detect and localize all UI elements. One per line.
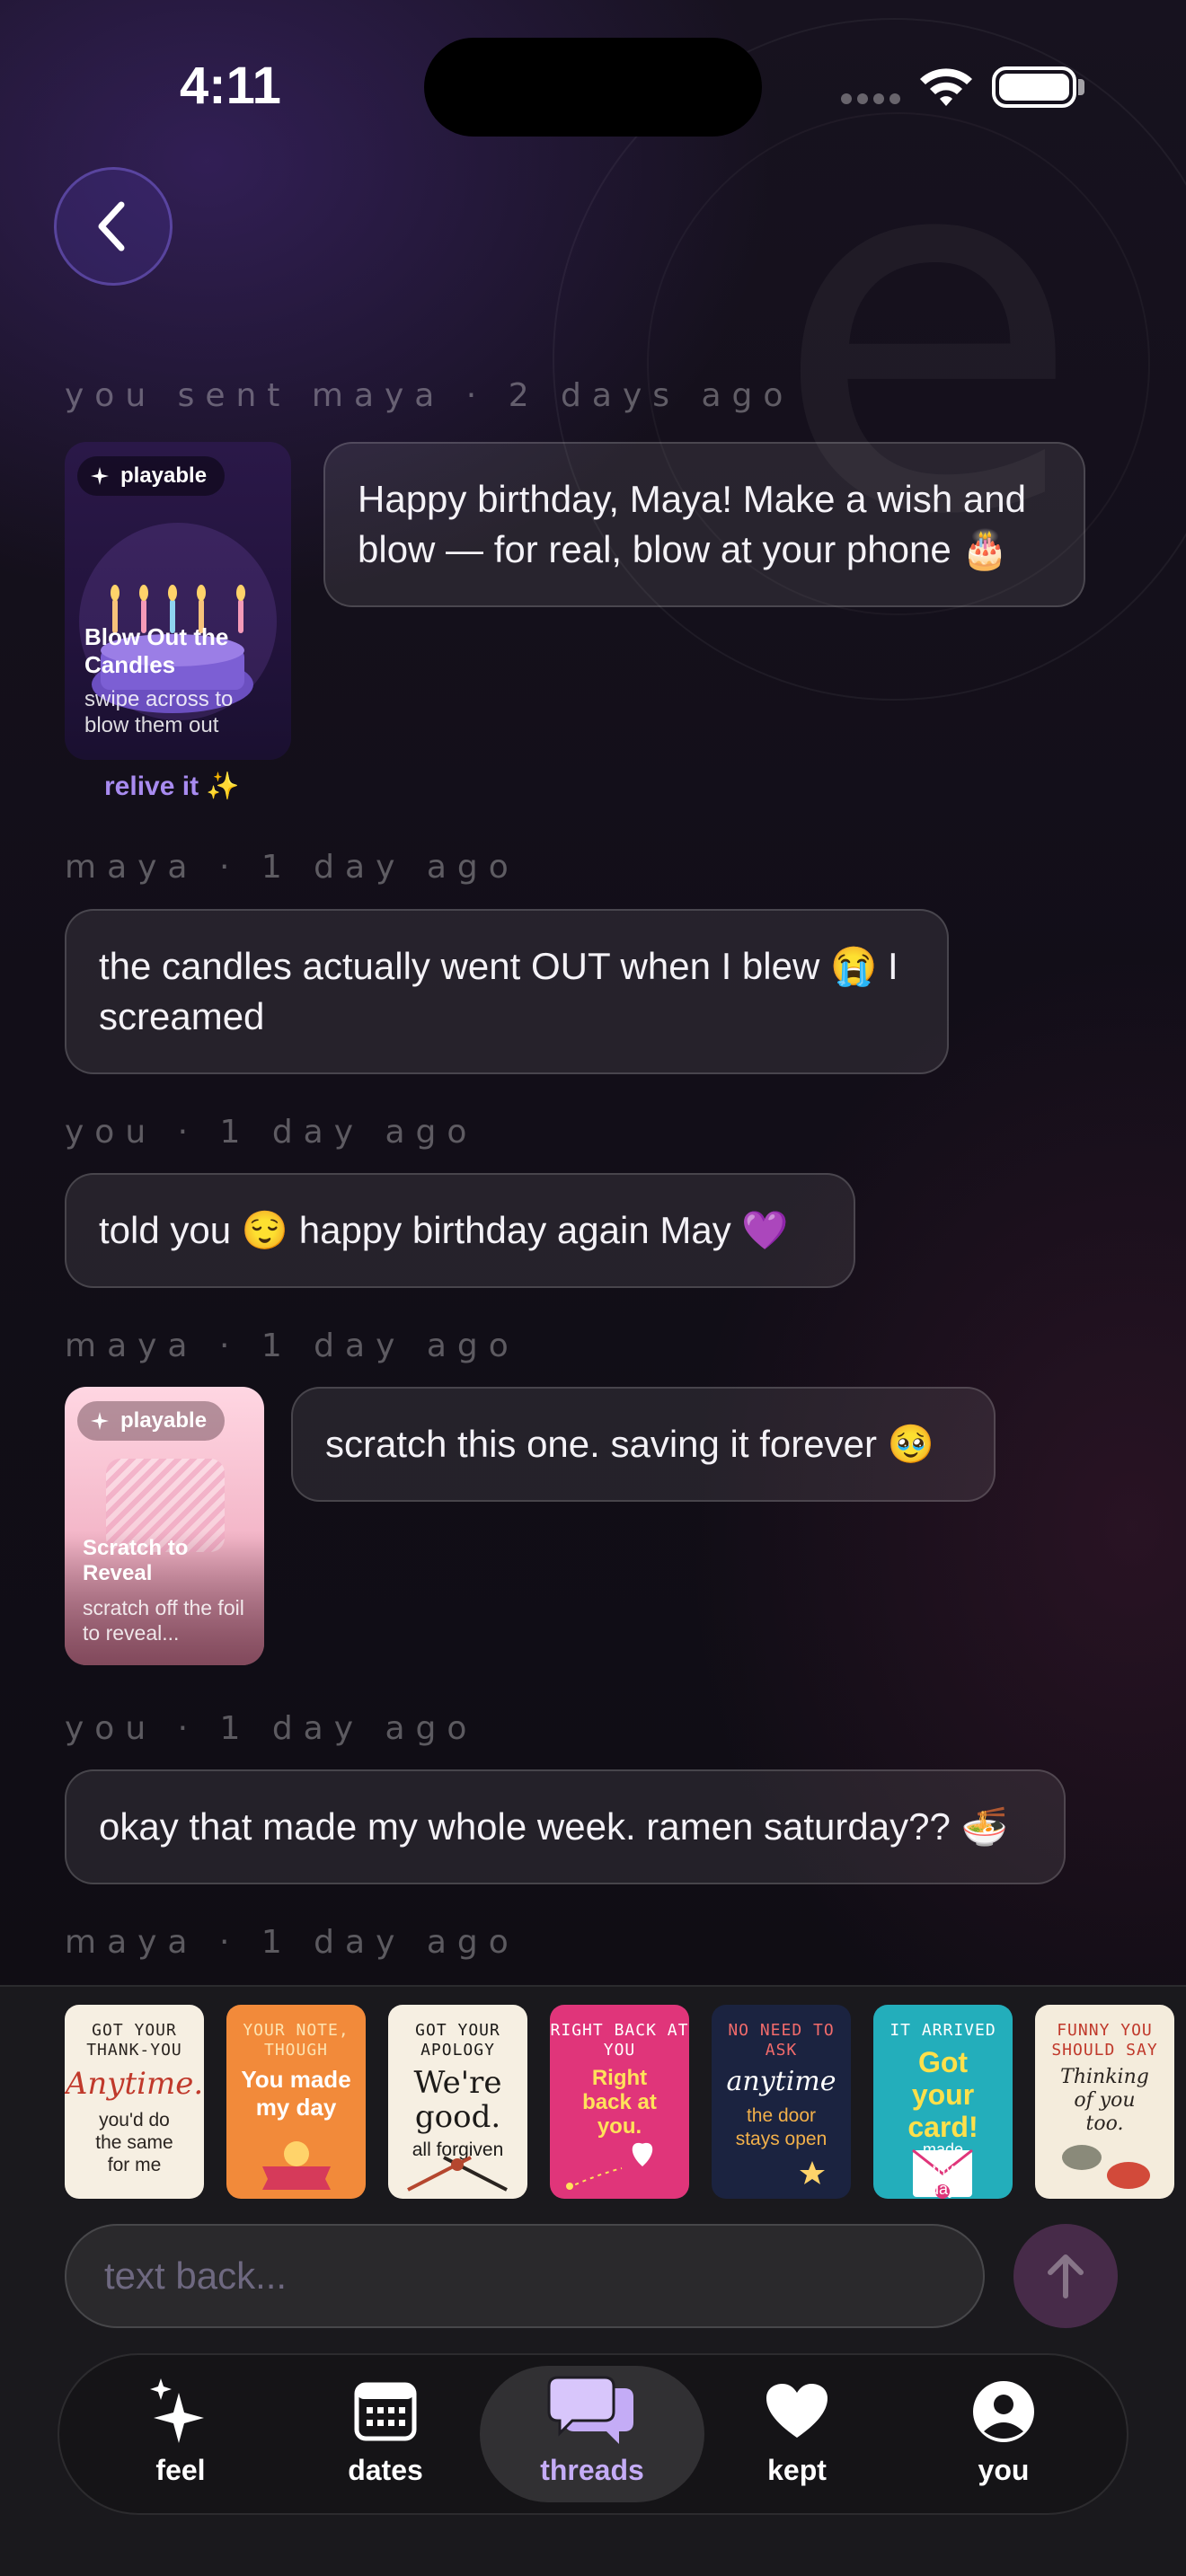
reply-card-anytime[interactable]: GOT YOUR THANK-YOU Anytime. you'd do the… <box>65 2005 204 2199</box>
tab-label: dates <box>348 2454 423 2486</box>
reply-card-anytime-door[interactable]: NO NEED TO ASK anytime the door stays op… <box>712 2005 851 2199</box>
message-meta: maya · 1 day ago <box>65 849 519 886</box>
message-meta: you · 1 day ago <box>65 1710 478 1747</box>
message-meta: maya · 1 day ago <box>65 1924 519 1961</box>
cellular-signal-icon <box>841 93 900 104</box>
card-title: Scratch to Reveal <box>83 1536 189 1585</box>
sparkles-icon <box>150 2378 204 2443</box>
message-bubble: the candles actually went OUT when I ble… <box>65 909 949 1074</box>
tab-label: kept <box>767 2454 827 2486</box>
card-eyebrow: GOT YOUR THANK-YOU <box>86 2021 182 2060</box>
sparkle-icon <box>91 1412 109 1430</box>
card-subtitle: swipe across to blow them out <box>84 687 234 737</box>
heart-icon <box>566 2142 653 2190</box>
back-button[interactable] <box>54 167 173 286</box>
tab-label: feel <box>155 2454 206 2486</box>
dynamic-island <box>424 38 762 137</box>
card-eyebrow: GOT YOUR APOLOGY <box>415 2021 500 2060</box>
message-meta: you · 1 day ago <box>65 1114 478 1151</box>
wifi-icon <box>920 68 972 106</box>
tab-kept[interactable]: kept <box>694 2366 900 2502</box>
message-bubble: okay that made my whole week. ramen satu… <box>65 1769 1066 1884</box>
calendar-icon <box>354 2382 417 2441</box>
card-title: Blow Out the Candles <box>84 623 229 678</box>
crossed-swords-illustration <box>407 2156 508 2192</box>
card-eyebrow: RIGHT BACK AT YOU <box>550 2021 689 2060</box>
playable-badge: playable <box>77 456 226 496</box>
card-eyebrow: FUNNY YOU SHOULD SAY <box>1051 2021 1158 2060</box>
card-subtitle: scratch off the foil to reveal... <box>83 1596 244 1645</box>
tab-dates[interactable]: dates <box>282 2366 489 2502</box>
status-time: 4:11 <box>180 57 281 115</box>
playable-card-blow-candles[interactable]: playable Blow Out the Candles swipe acro… <box>65 442 291 760</box>
chat-bubbles-icon <box>547 2376 633 2444</box>
card-headline: You made my day <box>241 2066 351 2121</box>
card-caption: the door stays open <box>735 2105 828 2149</box>
message-meta: maya · 1 day ago <box>65 1328 519 1364</box>
sun-ribbon-illustration <box>262 2141 331 2190</box>
reply-card-thinking-of-you[interactable]: FUNNY YOU SHOULD SAY Thinking of you too… <box>1035 2005 1174 2199</box>
card-headline: Got your card! <box>907 2046 978 2143</box>
card-headline: Thinking of you too. <box>1060 2066 1149 2135</box>
badge-label: playable <box>120 463 208 488</box>
tab-threads[interactable]: threads <box>480 2366 704 2502</box>
relive-button[interactable]: relive it ✨ <box>104 771 240 802</box>
chevron-left-icon <box>98 201 125 251</box>
tab-label: you <box>978 2454 1030 2486</box>
playable-card-scratch-reveal[interactable]: playable Scratch to Reveal scratch off t… <box>65 1387 264 1665</box>
card-caption: you'd do the same for me <box>95 2110 173 2175</box>
message-meta: you sent maya · 2 days ago <box>65 377 794 414</box>
card-eyebrow: YOUR NOTE, THOUGH <box>243 2021 350 2060</box>
tab-label: threads <box>540 2454 644 2486</box>
reply-card-got-your-card[interactable]: IT ARRIVED Got your card! made my day <box>873 2005 1013 2199</box>
battery-icon <box>992 66 1076 108</box>
card-headline: anytime <box>726 2066 836 2097</box>
message-bubble: told you 😌 happy birthday again May 💜 <box>65 1173 855 1288</box>
card-headline: Anytime. <box>65 2066 204 2102</box>
badge-label: playable <box>120 1408 208 1433</box>
reply-card-right-back[interactable]: RIGHT BACK AT YOU Right back at you. <box>550 2005 689 2199</box>
arrow-up-icon <box>1048 2254 1084 2298</box>
card-eyebrow: NO NEED TO ASK <box>728 2021 835 2060</box>
reply-card-made-my-day[interactable]: YOUR NOTE, THOUGH You made my day <box>226 2005 366 2199</box>
send-button[interactable] <box>1013 2224 1118 2328</box>
battery-tip <box>1078 79 1084 95</box>
card-eyebrow: IT ARRIVED <box>890 2021 996 2040</box>
card-headline: We're good. <box>413 2065 502 2135</box>
heart-icon <box>766 2384 828 2438</box>
tab-you[interactable]: you <box>900 2366 1107 2502</box>
speech-bubbles-illustration <box>1062 2145 1150 2189</box>
reply-card-were-good[interactable]: GOT YOUR APOLOGY We're good. all forgive… <box>388 2005 527 2199</box>
tab-feel[interactable]: feel <box>77 2366 284 2502</box>
playable-badge: playable <box>77 1401 226 1441</box>
reply-text-input[interactable]: text back... <box>65 2224 985 2328</box>
person-icon <box>973 2381 1034 2442</box>
sparkle-icon <box>91 467 109 485</box>
star-icon <box>800 2161 825 2184</box>
message-bubble: Happy birthday, Maya! Make a wish and bl… <box>323 442 1085 607</box>
message-bubble: scratch this one. saving it forever 🥹 <box>291 1387 996 1502</box>
card-caption: made my day <box>922 2140 964 2198</box>
